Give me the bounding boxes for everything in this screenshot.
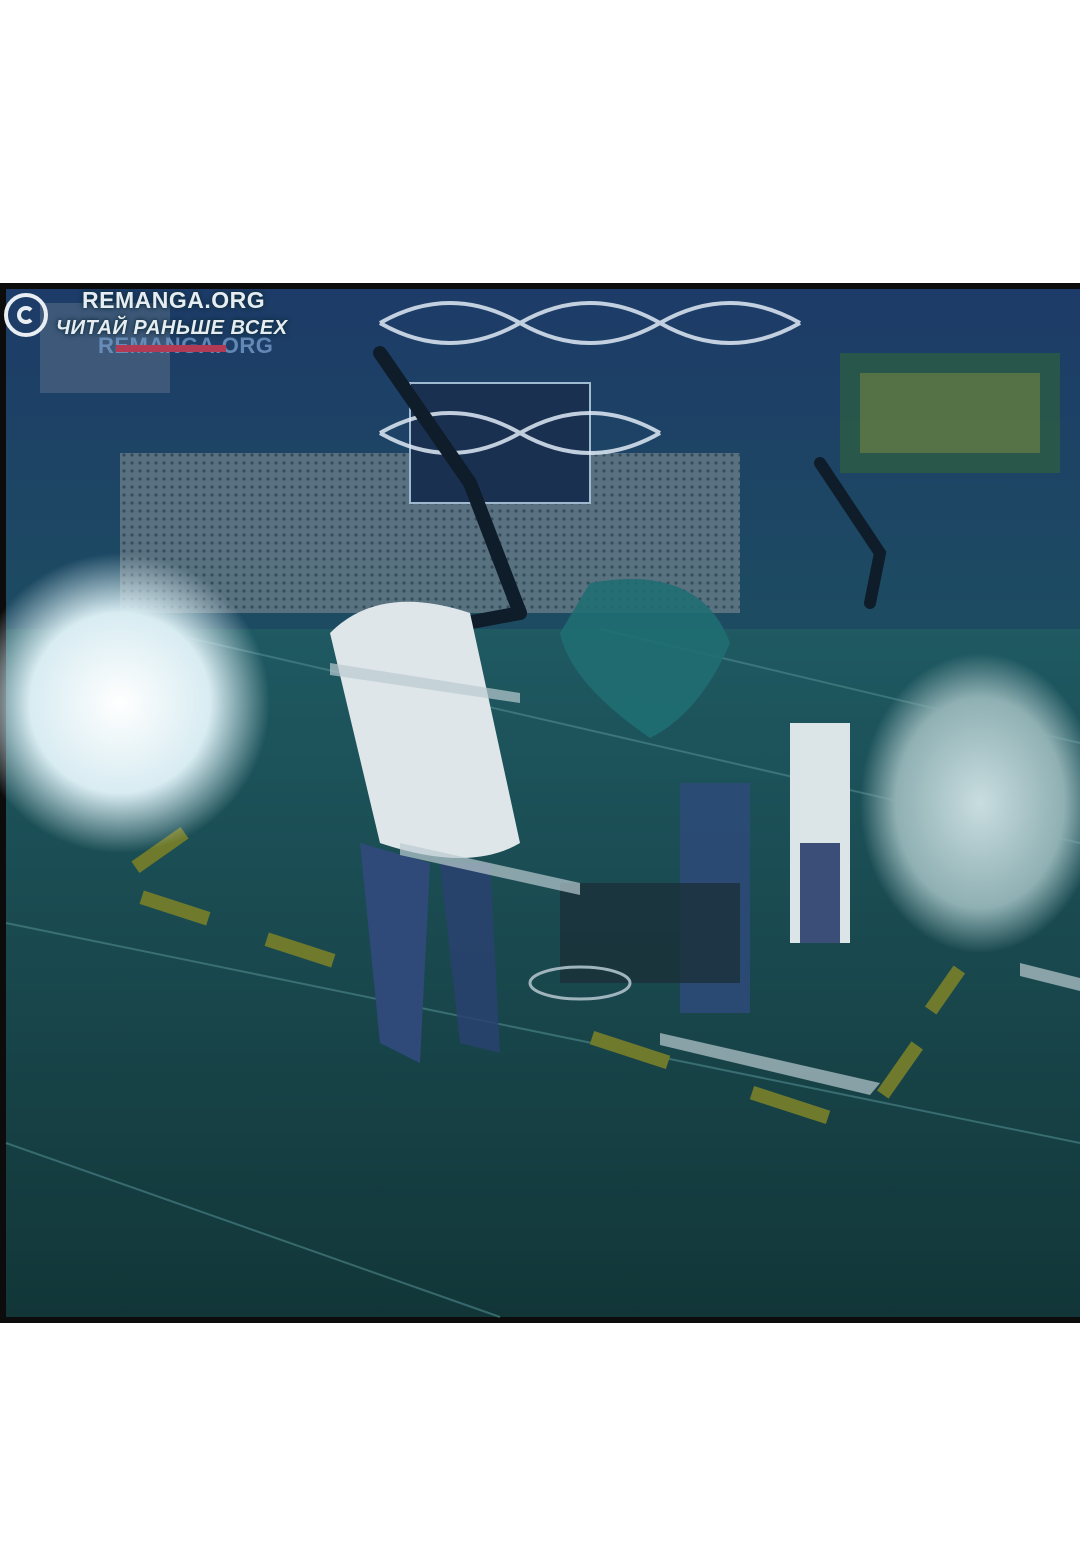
watermark-subtitle: ЧИТАЙ РАНЬШЕ ВСЕХ xyxy=(56,317,288,339)
manga-panel: REMANGA.ORG REMANGA.ORG ЧИТАЙ РАНЬШЕ ВСЕ… xyxy=(0,283,1080,1323)
watermark-accent-bar xyxy=(116,345,226,352)
remanga-logo-icon xyxy=(4,293,48,337)
watermark-title: REMANGA.ORG xyxy=(82,287,266,313)
lab-scene-illustration xyxy=(0,283,1080,1323)
watermark-right: REMANGA.ORG ЧИТАЙ РАНЬШЕ ВСЕХ xyxy=(0,287,310,1415)
seated-figure xyxy=(790,723,850,943)
